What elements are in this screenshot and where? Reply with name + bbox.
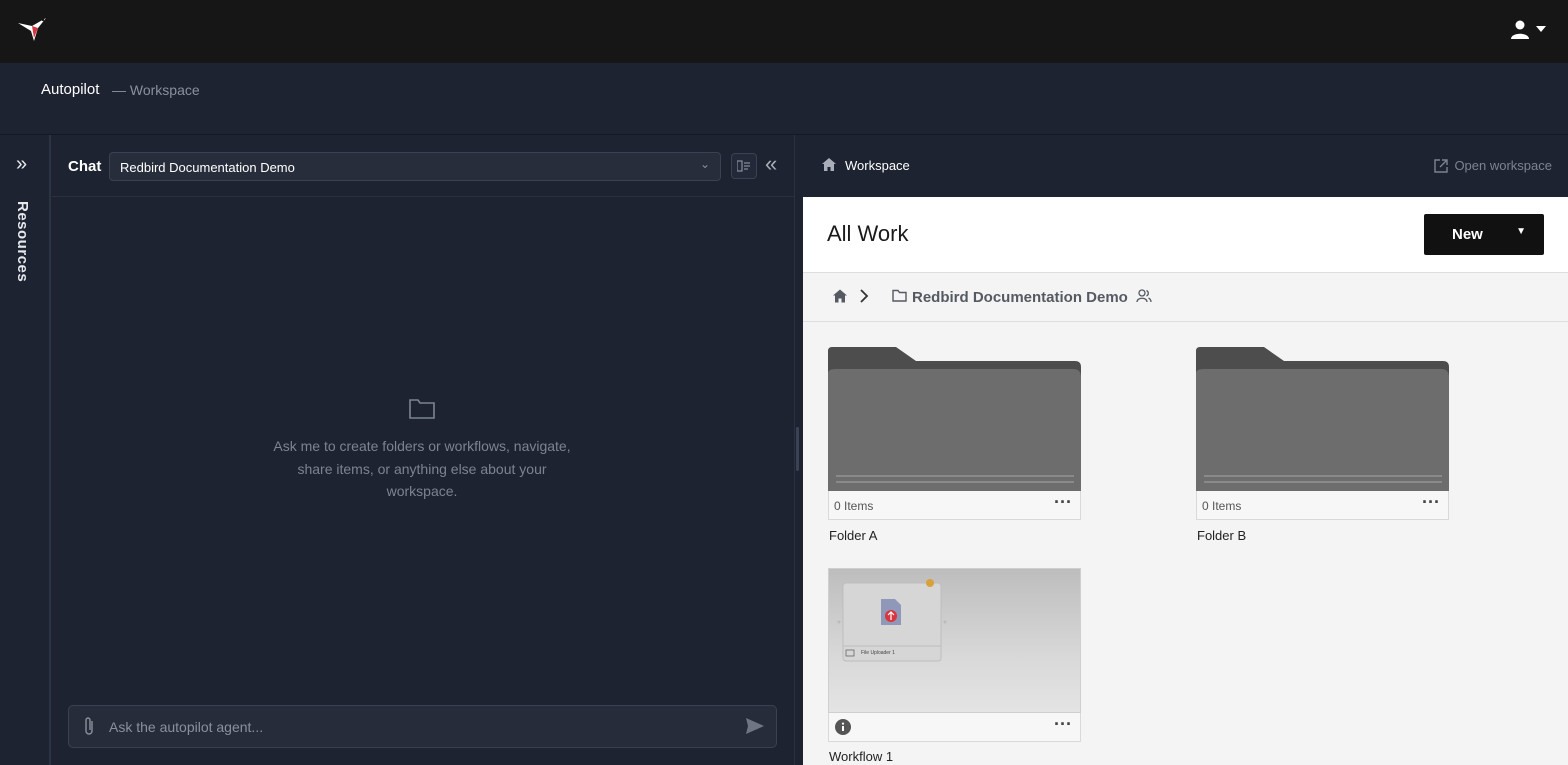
user-icon bbox=[1511, 20, 1529, 39]
history-list-icon bbox=[737, 160, 750, 172]
card-footer: 0 Items ··· bbox=[1196, 491, 1449, 520]
caret-down-icon[interactable]: ▼ bbox=[1516, 226, 1526, 237]
more-options-icon[interactable]: ··· bbox=[1054, 492, 1072, 513]
send-icon[interactable] bbox=[746, 718, 764, 734]
card-footer: ··· bbox=[828, 713, 1081, 742]
breadcrumb: Redbird Documentation Demo bbox=[803, 273, 1568, 322]
workspace-select-value: Redbird Documentation Demo bbox=[120, 160, 295, 175]
card-footer: 0 Items ··· bbox=[828, 491, 1081, 520]
workflow-thumbnail: File Uploader 1 bbox=[828, 568, 1081, 713]
card-title[interactable]: Folder A bbox=[829, 528, 877, 543]
more-options-icon[interactable]: ··· bbox=[1054, 714, 1072, 735]
chat-panel: Chat Redbird Documentation Demo ⌄ « Ask … bbox=[52, 135, 799, 765]
workflow-node-label: File Uploader 1 bbox=[861, 650, 895, 656]
expand-rail-icon[interactable]: » bbox=[16, 154, 27, 174]
workspace-panel: All Work New ▼ Redbird Documentation Dem… bbox=[803, 197, 1568, 765]
chat-header: Chat Redbird Documentation Demo ⌄ « bbox=[52, 135, 795, 197]
resources-rail-label[interactable]: Resources bbox=[14, 201, 31, 282]
card-title[interactable]: Folder B bbox=[1197, 528, 1246, 543]
resize-handle[interactable] bbox=[796, 427, 799, 471]
folder-icon bbox=[409, 399, 435, 419]
chevron-right-icon bbox=[860, 289, 869, 303]
more-options-icon[interactable]: ··· bbox=[1422, 492, 1440, 513]
user-menu[interactable] bbox=[1510, 19, 1546, 39]
item-count: 0 Items bbox=[834, 499, 874, 513]
info-icon[interactable] bbox=[835, 719, 851, 735]
page-title: Autopilot bbox=[41, 81, 100, 98]
chat-label: Chat bbox=[68, 158, 102, 175]
open-workspace-link[interactable]: Open workspace bbox=[1434, 158, 1552, 173]
paperclip-icon[interactable] bbox=[83, 716, 95, 736]
folder-icon bbox=[892, 289, 907, 302]
workspace-select[interactable]: Redbird Documentation Demo ⌄ bbox=[109, 152, 721, 181]
workspace-header: Workspace Open workspace bbox=[796, 135, 1568, 197]
panel-toolbar: All Work New ▼ bbox=[803, 197, 1568, 273]
chat-history-button[interactable] bbox=[731, 153, 757, 179]
folder-card[interactable]: 0 Items ··· Folder A bbox=[828, 347, 1081, 547]
chat-empty-message: Ask me to create folders or workflows, n… bbox=[273, 438, 571, 499]
page-subtitle: — Workspace bbox=[112, 82, 200, 98]
workflow-card[interactable]: File Uploader 1 ··· Workflow 1 bbox=[828, 568, 1081, 765]
folder-thumbnail-icon bbox=[1196, 347, 1449, 491]
folder-thumbnail-icon bbox=[828, 347, 1081, 491]
new-button[interactable]: New ▼ bbox=[1424, 214, 1544, 255]
card-title[interactable]: Workflow 1 bbox=[829, 749, 893, 764]
share-users-icon[interactable] bbox=[1136, 289, 1152, 303]
open-workspace-label: Open workspace bbox=[1454, 158, 1552, 173]
chat-input[interactable] bbox=[109, 716, 729, 738]
chat-input-box bbox=[68, 705, 777, 748]
external-link-icon bbox=[1434, 158, 1449, 173]
top-bar bbox=[0, 0, 1568, 63]
panel-title: All Work bbox=[827, 221, 909, 246]
collapse-chat-icon[interactable]: « bbox=[765, 153, 777, 175]
folder-card[interactable]: 0 Items ··· Folder B bbox=[1196, 347, 1449, 547]
workspace-title: Workspace bbox=[845, 158, 910, 173]
breadcrumb-current-folder[interactable]: Redbird Documentation Demo bbox=[912, 289, 1128, 306]
breadcrumb-home-icon[interactable] bbox=[833, 289, 847, 303]
page-header: Autopilot — Workspace bbox=[0, 63, 1568, 135]
hummingbird-logo-icon[interactable] bbox=[16, 14, 50, 46]
home-icon[interactable] bbox=[822, 158, 836, 171]
new-button-label: New bbox=[1452, 226, 1483, 243]
item-count: 0 Items bbox=[1202, 499, 1242, 513]
resources-rail: » Resources bbox=[0, 135, 51, 765]
caret-down-icon bbox=[1536, 26, 1546, 32]
chevron-down-icon: ⌄ bbox=[699, 157, 710, 171]
